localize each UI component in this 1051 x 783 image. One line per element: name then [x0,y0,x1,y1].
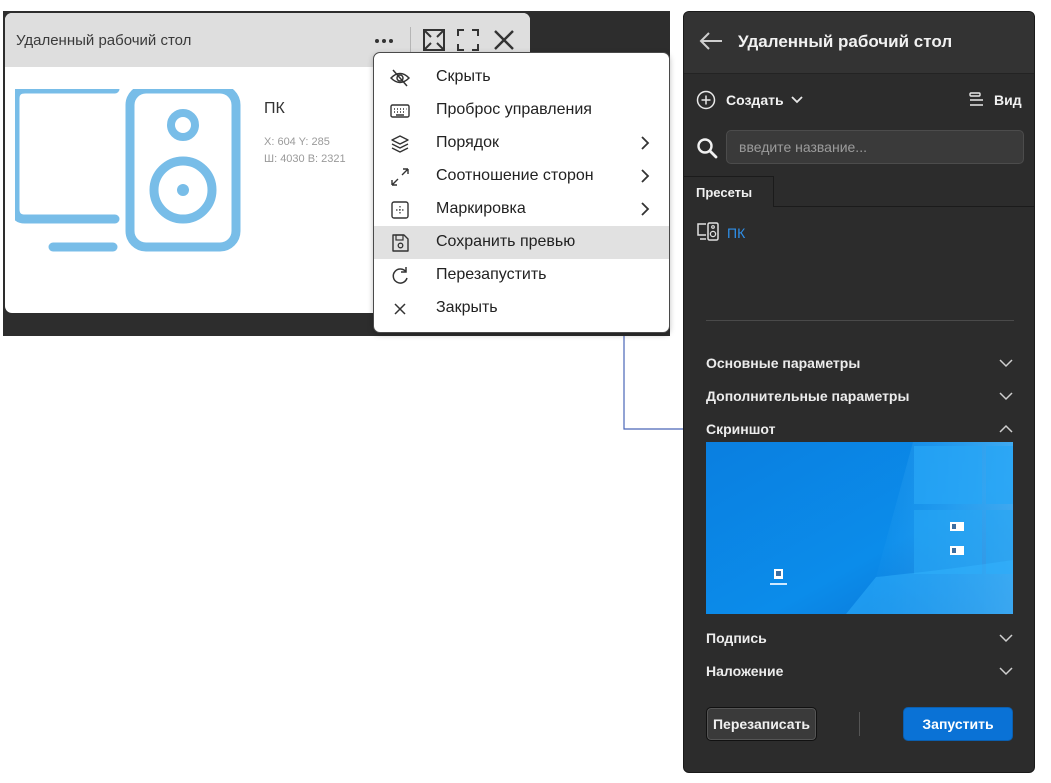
refresh-icon [392,267,408,284]
rewrite-button-label: Перезаписать [712,716,810,732]
eye-slash-icon [390,69,410,87]
menu-item-label: Перезапустить [436,266,547,283]
tab-presets-label: Пресеты [696,185,753,200]
keyboard-icon [390,104,410,118]
context-menu: Скрыть Проброс управления Порядок Соотно… [373,52,670,333]
chevron-up-icon [999,424,1013,433]
chevron-right-icon [641,169,650,183]
menu-item-label: Сохранить превью [436,233,576,250]
create-button[interactable]: Создать [696,88,836,112]
view-list-icon [969,92,983,106]
chevron-down-icon [999,392,1013,401]
layers-icon [391,135,409,153]
screenshot-preview[interactable] [706,442,1013,614]
menu-item-restart[interactable]: Перезапустить [374,259,669,292]
section-advanced-params[interactable]: Дополнительные параметры [706,385,1016,407]
search-input[interactable] [726,130,1024,164]
close-icon [394,303,406,315]
preset-item-pc[interactable]: ПК [696,222,816,244]
chevron-down-icon [791,96,803,104]
section-label: Подпись [706,630,767,646]
pc-device-icon [697,222,719,241]
menu-item-label: Порядок [436,134,500,151]
panel-header: Удаленный рабочий стол [684,12,1034,74]
section-label: Скриншот [706,421,776,437]
menu-item-label: Проброс управления [436,101,592,118]
chevron-down-icon [999,634,1013,643]
run-button[interactable]: Запустить [903,707,1013,741]
view-button[interactable]: Вид [966,88,1028,112]
search-icon [697,138,718,159]
rewrite-button[interactable]: Перезаписать [706,707,817,741]
plus-circle-icon [696,90,716,110]
section-label: Основные параметры [706,355,861,371]
device-name: ПК [264,100,285,117]
create-label: Создать [726,92,784,108]
menu-item-marking[interactable]: Маркировка [374,193,669,226]
header-separator [410,27,411,53]
menu-item-label: Маркировка [436,200,526,217]
preset-item-label: ПК [727,225,746,241]
chevron-right-icon [641,136,650,150]
menu-item-order[interactable]: Порядок [374,127,669,160]
view-label: Вид [994,92,1022,108]
more-icon[interactable] [371,27,397,53]
menu-item-hide[interactable]: Скрыть [374,61,669,94]
menu-item-label: Скрыть [436,68,491,85]
tab-presets[interactable]: Пресеты [684,176,774,207]
section-basic-params[interactable]: Основные параметры [706,352,1016,374]
section-overlay[interactable]: Наложение [706,660,1016,682]
menu-item-close[interactable]: Закрыть [374,292,669,325]
section-caption[interactable]: Подпись [706,627,1016,649]
marker-icon [391,201,409,219]
app-root: Удаленный рабочий стол ПК X: 604 Y: 285 … [0,0,1051,783]
run-button-label: Запустить [922,716,994,732]
properties-panel: Удаленный рабочий стол Создать Вид Пресе… [683,11,1035,773]
menu-item-aspect-ratio[interactable]: Соотношение сторон [374,160,669,193]
button-separator [859,712,860,736]
chevron-right-icon [641,202,650,216]
section-screenshot[interactable]: Скриншот [706,418,1016,440]
section-divider [706,320,1014,321]
panel-title: Удаленный рабочий стол [738,32,953,51]
menu-item-label: Соотношение сторон [436,167,594,184]
pc-device-icon [15,89,241,252]
widget-title: Удаленный рабочий стол [16,32,192,49]
resize-arrows-icon [391,168,409,186]
menu-item-control-forwarding[interactable]: Проброс управления [374,94,669,127]
fullscreen-icon[interactable] [455,27,481,53]
fit-screen-icon[interactable] [421,27,447,53]
chevron-down-icon [999,667,1013,676]
section-label: Дополнительные параметры [706,388,910,404]
device-coords: X: 604 Y: 285 [264,136,330,148]
floppy-disk-icon [392,234,409,252]
menu-item-label: Закрыть [436,299,498,316]
section-label: Наложение [706,663,784,679]
chevron-down-icon [999,359,1013,368]
device-size: Ш: 4030 В: 2321 [264,153,346,165]
menu-item-save-preview[interactable]: Сохранить превью [374,226,669,259]
close-icon[interactable] [491,27,517,53]
back-arrow-icon[interactable] [698,30,724,52]
